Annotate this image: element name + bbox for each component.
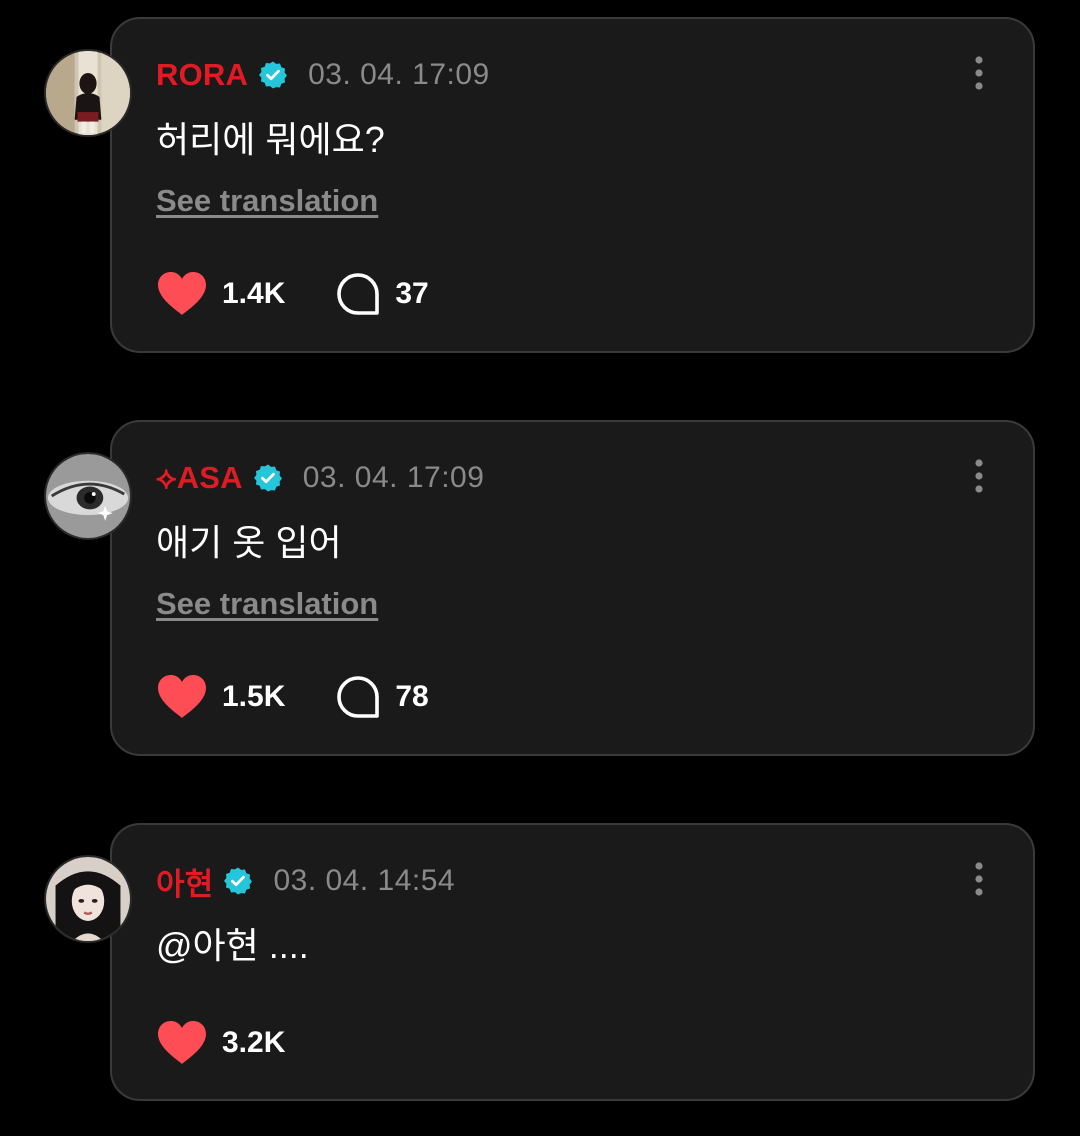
avatar[interactable] — [44, 49, 132, 137]
reply-count: 78 — [395, 680, 429, 713]
reply-bubble-icon — [337, 676, 380, 718]
username[interactable]: 아현 — [156, 859, 213, 904]
more-options-icon[interactable] — [969, 458, 989, 494]
comment-actions: 1.5K 78 — [156, 672, 429, 722]
verified-badge-icon — [253, 463, 283, 493]
heart-icon — [158, 675, 206, 718]
like-button[interactable]: 1.5K — [156, 674, 285, 720]
comment-actions: 1.4K 37 — [156, 269, 429, 319]
like-button[interactable]: 3.2K — [156, 1020, 285, 1066]
reply-button[interactable]: 78 — [335, 674, 429, 720]
comment-header: RORA 03. 04. 17:09 — [156, 55, 490, 95]
like-count: 1.4K — [222, 277, 286, 310]
comment-timestamp: 03. 04. 17:09 — [302, 461, 485, 494]
username[interactable]: ⟡ASA — [156, 460, 243, 497]
comment-actions: 3.2K — [156, 1018, 285, 1068]
verified-badge-icon — [258, 60, 288, 90]
heart-icon — [158, 272, 206, 315]
comment-feed: RORA 03. 04. 17:09 허리에 뭐에요? See translat… — [0, 0, 1080, 1136]
comment-text: @아현 .... — [156, 925, 309, 966]
comment-header: 아현 03. 04. 14:54 — [156, 859, 456, 904]
reply-bubble-icon — [337, 273, 380, 315]
avatar[interactable] — [44, 452, 132, 540]
see-translation-link[interactable]: See translation — [156, 586, 378, 622]
avatar[interactable] — [44, 855, 132, 943]
comment-header: ⟡ASA 03. 04. 17:09 — [156, 458, 484, 498]
comment-text: 허리에 뭐에요? — [156, 119, 385, 160]
reply-button[interactable]: 37 — [335, 271, 429, 317]
see-translation-link[interactable]: See translation — [156, 183, 378, 219]
comment-card: RORA 03. 04. 17:09 허리에 뭐에요? See translat… — [110, 17, 1035, 353]
comment-timestamp: 03. 04. 14:54 — [273, 864, 456, 897]
comment-timestamp: 03. 04. 17:09 — [308, 58, 490, 91]
username[interactable]: RORA — [156, 57, 248, 93]
comment-text: 애기 옷 입어 — [156, 522, 342, 563]
comment-card: 아현 03. 04. 14:54 @아현 .... 3.2K — [110, 823, 1035, 1101]
reply-count: 37 — [395, 277, 429, 310]
comment-card: ⟡ASA 03. 04. 17:09 애기 옷 입어 See translati… — [110, 420, 1035, 756]
like-count: 1.5K — [222, 680, 286, 713]
verified-badge-icon — [223, 866, 253, 896]
like-button[interactable]: 1.4K — [156, 271, 285, 317]
heart-icon — [158, 1021, 206, 1064]
like-count: 3.2K — [222, 1026, 286, 1059]
more-options-icon[interactable] — [969, 55, 989, 91]
more-options-icon[interactable] — [969, 861, 989, 897]
